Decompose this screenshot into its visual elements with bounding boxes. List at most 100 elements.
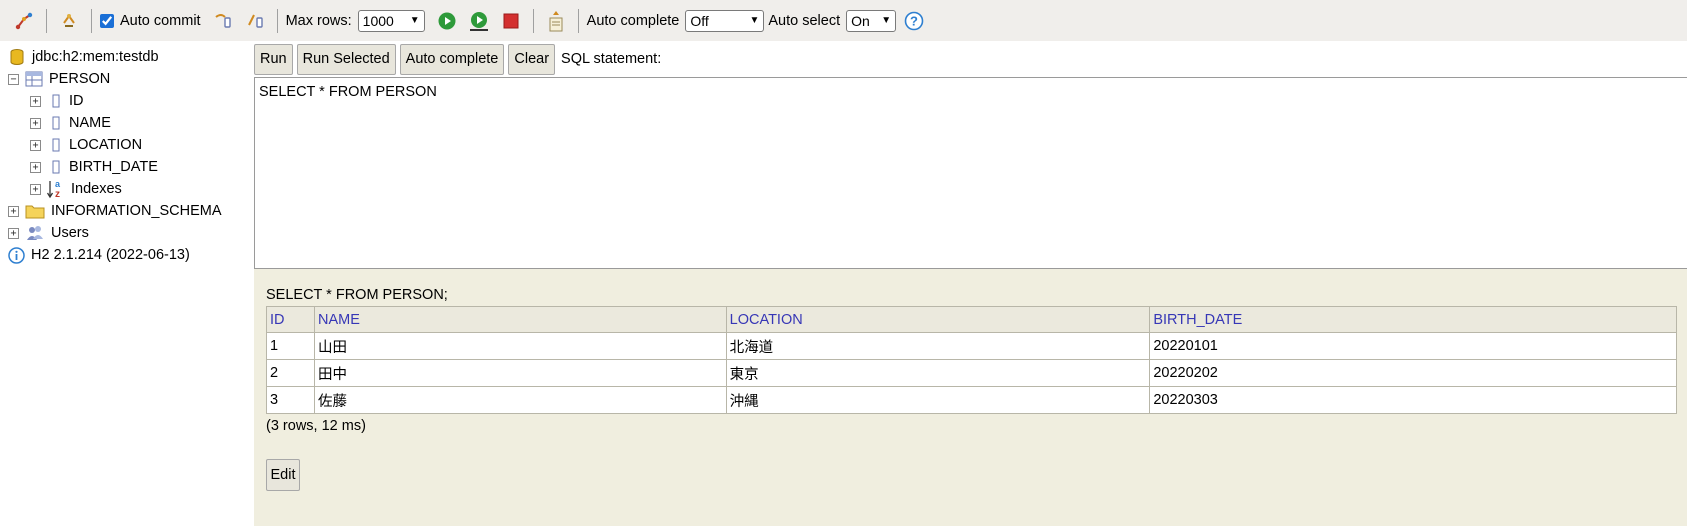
refresh-icon[interactable] (57, 9, 81, 33)
expand-icon[interactable]: + (30, 183, 41, 195)
column-name: ID (69, 93, 84, 109)
toolbar-separator (46, 8, 47, 33)
chevron-down-icon: ▼ (881, 15, 892, 26)
schema-name: INFORMATION_SCHEMA (51, 203, 222, 219)
auto-commit-check[interactable] (100, 13, 114, 28)
toolbar-separator (276, 8, 278, 33)
tree-table-person[interactable]: − PERSON (8, 68, 110, 90)
rollback-icon[interactable] (211, 9, 235, 33)
column-name: LOCATION (69, 137, 143, 153)
column-name: BIRTH_DATE (69, 159, 158, 175)
table-cell: 1 (266, 332, 315, 360)
result-meta: (3 rows, 12 ms) (266, 418, 366, 434)
collapse-icon[interactable]: − (8, 73, 19, 85)
auto-select-label: Auto select (768, 12, 841, 29)
column-icon (49, 136, 63, 154)
info-icon (8, 246, 25, 264)
table-cell: 山田 (313, 332, 727, 360)
result-header-id[interactable]: ID (266, 306, 315, 333)
chevron-down-icon: ▼ (749, 15, 760, 26)
auto-select-value: On (851, 12, 870, 29)
tree-column[interactable]: + ID (30, 90, 84, 112)
users-label: Users (51, 225, 89, 241)
table-row: 1 山田 北海道 20220101 (266, 332, 1677, 360)
auto-complete-label: Auto complete (586, 12, 680, 29)
table-cell: 北海道 (725, 332, 1151, 360)
max-rows-select[interactable]: 1000 ▼ (357, 9, 425, 32)
expand-icon[interactable]: + (30, 139, 41, 151)
clear-button[interactable]: Clear (508, 43, 556, 75)
auto-commit-checkbox[interactable]: Auto commit (98, 13, 207, 29)
auto-commit-label: Auto commit (120, 12, 201, 29)
auto-complete-button[interactable]: Auto complete (399, 43, 505, 75)
table-icon (25, 70, 43, 88)
run-selected-button[interactable]: Run Selected (296, 43, 396, 75)
folder-icon (25, 202, 45, 220)
stop-icon[interactable] (499, 9, 523, 33)
result-header-name[interactable]: NAME (313, 306, 727, 333)
tree-connection[interactable]: jdbc:h2:mem:testdb (8, 46, 159, 68)
sql-statement-label: SQL statement: (561, 51, 662, 67)
tree-column[interactable]: + BIRTH_DATE (30, 156, 158, 178)
run-icon[interactable] (435, 9, 459, 33)
history-icon[interactable] (544, 9, 568, 33)
expand-icon[interactable]: + (8, 227, 19, 239)
auto-complete-value: Off (690, 12, 709, 29)
expand-icon[interactable]: + (30, 117, 41, 129)
main-panel: Run Run Selected Auto complete Clear SQL… (254, 41, 1687, 526)
sql-editor[interactable]: SELECT * FROM PERSON (254, 77, 1687, 269)
max-rows-label: Max rows: (285, 12, 352, 29)
result-table: ID NAME LOCATION BIRTH_DATE 1 山田 北海道 202… (266, 306, 1677, 414)
result-header-row: ID NAME LOCATION BIRTH_DATE (266, 306, 1677, 333)
expand-icon[interactable]: + (30, 95, 41, 107)
toolbar-separator (91, 8, 92, 33)
tree-schema[interactable]: + INFORMATION_SCHEMA (8, 200, 222, 222)
table-cell: 沖縄 (725, 386, 1151, 414)
results-area: SELECT * FROM PERSON; ID NAME LOCATION B… (266, 287, 1677, 434)
help-icon[interactable]: ? (902, 9, 926, 33)
table-cell: 3 (266, 386, 315, 414)
expand-icon[interactable]: + (30, 161, 41, 173)
result-header-location[interactable]: LOCATION (725, 306, 1151, 333)
auto-select-select[interactable]: On ▼ (846, 9, 897, 32)
toolbar: Auto commit Max rows: 1000 ▼ Auto comple… (0, 0, 1687, 41)
table-cell: 東京 (725, 359, 1151, 387)
column-icon (49, 114, 63, 132)
table-cell: 佐藤 (313, 386, 727, 414)
column-icon (49, 92, 63, 110)
table-cell: 20220202 (1149, 359, 1677, 387)
edit-button[interactable]: Edit (266, 459, 300, 491)
svg-text:a: a (55, 179, 61, 189)
tree-indexes[interactable]: + az Indexes (30, 178, 122, 200)
svg-text:?: ? (910, 13, 918, 28)
tree-column[interactable]: + LOCATION (30, 134, 142, 156)
schema-tree: jdbc:h2:mem:testdb − PERSON + ID + NAME … (0, 41, 254, 526)
version-label: H2 2.1.214 (2022-06-13) (31, 247, 190, 263)
column-icon (49, 158, 63, 176)
max-rows-value: 1000 (362, 12, 394, 29)
table-cell: 2 (266, 359, 315, 387)
toolbar-separator (577, 8, 579, 33)
database-icon (8, 48, 26, 66)
run-selected-icon[interactable] (467, 9, 491, 33)
chevron-down-icon: ▼ (409, 15, 420, 26)
connection-url: jdbc:h2:mem:testdb (32, 49, 159, 65)
toolbar-separator (532, 8, 534, 33)
result-header-birth-date[interactable]: BIRTH_DATE (1149, 306, 1677, 333)
query-button-bar: Run Run Selected Auto complete Clear SQL… (254, 41, 1687, 77)
table-cell: 20220303 (1149, 386, 1677, 414)
run-button[interactable]: Run (254, 43, 293, 75)
tree-column[interactable]: + NAME (30, 112, 111, 134)
expand-icon[interactable]: + (8, 205, 19, 217)
table-row: 2 田中 東京 20220202 (266, 359, 1677, 387)
tree-version: H2 2.1.214 (2022-06-13) (8, 244, 190, 266)
sort-index-icon: az (47, 179, 65, 199)
disconnect-icon[interactable] (12, 9, 36, 33)
table-cell: 20220101 (1149, 332, 1677, 360)
commit-icon[interactable] (243, 9, 267, 33)
table-row: 3 佐藤 沖縄 20220303 (266, 386, 1677, 414)
sql-editor-text: SELECT * FROM PERSON (259, 84, 437, 100)
auto-complete-select[interactable]: Off ▼ (685, 9, 765, 32)
result-sql: SELECT * FROM PERSON; (266, 287, 448, 303)
tree-users[interactable]: + Users (8, 222, 89, 244)
